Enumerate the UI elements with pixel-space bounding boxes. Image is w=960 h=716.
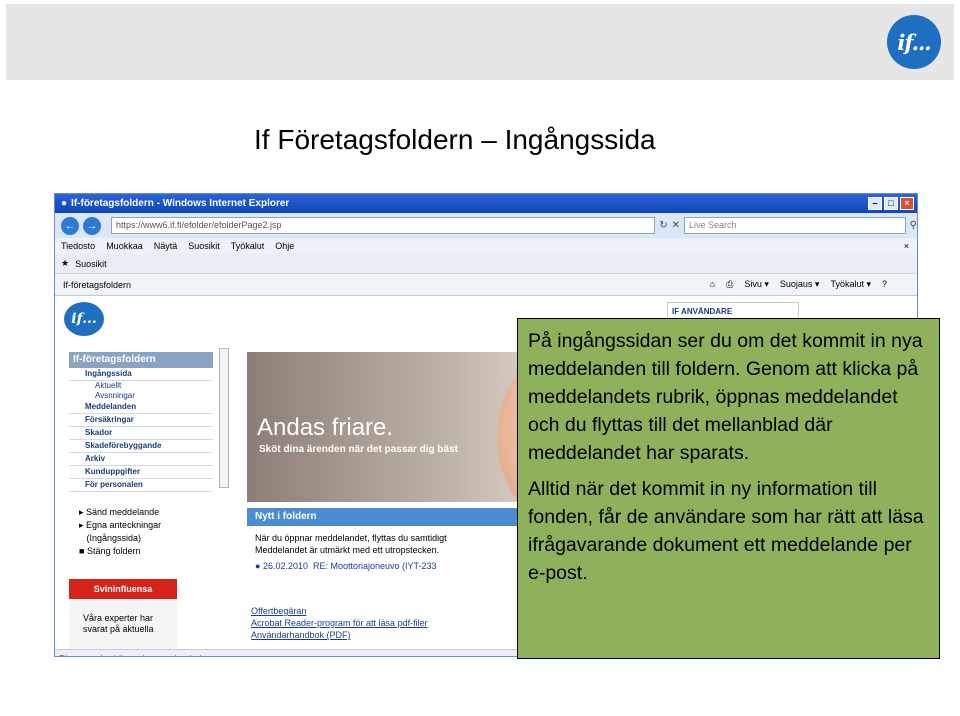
stop-icon[interactable]: ✕ [672,220,680,231]
page-logo: if... [64,302,104,336]
send-message-link[interactable]: ▸ Sänd meddelande [79,506,161,519]
own-notes-link[interactable]: ▸ Egna anteckningar [79,519,161,532]
news-header: Nytt i foldern [247,508,527,526]
window-controls: – □ × [868,197,917,210]
hero-subline: Sköt dina ärenden när det passar dig bäs… [259,444,458,455]
hero-headline: Andas friare. [257,414,394,441]
menu-suosikit[interactable]: Suosikit [188,241,220,251]
callout-paragraph-2: Alltid när det kommit in ny information … [528,478,924,584]
favorites-bar: ★ Suosikit [55,254,917,274]
actions-list: ▸ Sänd meddelande ▸ Egna anteckningar (I… [79,506,161,558]
maximize-icon[interactable]: □ [884,197,898,210]
nav-item-meddelanden[interactable]: Meddelanden [69,401,213,414]
menu-muokkaa[interactable]: Muokkaa [106,241,143,251]
close-icon[interactable]: × [900,197,914,210]
slide: if... If Företagsfoldern – Ingångssida ●… [0,0,960,716]
slide-title: If Företagsfoldern – Ingångssida [254,124,656,155]
nav-item-avsnningar[interactable]: Avsnningar [69,391,213,401]
link-anvandarhandbok[interactable]: Användarhandbok (PDF) [251,629,428,641]
nav-header: If-företagsfoldern [69,352,213,368]
slide-header-bar [6,4,954,80]
nav-item-aktuellt[interactable]: Aktuellt [69,381,213,391]
nav-item-skador[interactable]: Skador [69,427,213,440]
flu-box[interactable]: Svininfluensa Våra experter har svarat p… [69,579,177,649]
search-input[interactable]: Live Search [683,217,906,234]
callout-box: På ingångssidan ser du om det kommit in … [517,318,940,659]
search-icon[interactable]: ⚲ [910,220,917,231]
menu-tyokalut[interactable]: Työkalut [231,241,265,251]
url-field[interactable]: https://www6.if.fi/efolder/efolderPage2.… [110,217,656,234]
nav-item-forsakringar[interactable]: Försäkringar [69,414,213,427]
nav-item-kunduppgifter[interactable]: Kunduppgifter [69,466,213,479]
nav-item-ingangssida[interactable]: Ingångssida [69,368,213,381]
minimize-icon[interactable]: – [868,197,882,210]
window-title: If-företagsfoldern - Windows Internet Ex… [71,198,290,209]
menu-bar: Tiedosto Muokkaa Näytä Suosikit Työkalut… [55,238,917,254]
address-bar: ← → https://www6.if.fi/efolder/efolderPa… [55,213,917,238]
close-folder-link[interactable]: ■ Stäng foldern [79,545,161,558]
refresh-icon[interactable]: ↻ [659,220,667,231]
nav-scrollbar[interactable] [219,348,229,488]
flu-line-2: svarat på aktuella [83,624,154,634]
help-icon[interactable]: ? [882,279,887,290]
page-menu[interactable]: Sivu ▾ [744,279,769,290]
own-notes-sub: (Ingångssida) [86,533,142,543]
news-links: Offertbegäran Acrobat Reader-program för… [251,605,428,641]
ie-icon: ● [61,198,68,209]
tab-bar: If-företagsfoldern ⌂ ⎙ Sivu ▾ Suojaus ▾ … [55,274,917,296]
close-menu-icon[interactable]: × [904,241,909,251]
if-logo: if... [887,15,941,69]
browser-title-bar: ● If-företagsfoldern - Windows Internet … [55,194,917,213]
left-navigation: If-företagsfoldern Ingångssida Aktuellt … [69,352,213,492]
callout-paragraph-1: På ingångssidan ser du om det kommit in … [528,330,923,464]
safety-menu[interactable]: Suojaus ▾ [780,279,820,290]
print-icon[interactable]: ⎙ [726,279,733,290]
link-acrobat-reader[interactable]: Acrobat Reader-program för att läsa pdf-… [251,617,428,629]
menu-nayta[interactable]: Näytä [154,241,178,251]
nav-item-for-personalen[interactable]: För personalen [69,479,213,492]
back-icon[interactable]: ← [61,216,79,235]
menu-ohje[interactable]: Ohje [275,241,294,251]
tab-if-foretagsfoldern[interactable]: If-företagsfoldern [63,280,131,290]
home-icon[interactable]: ⌂ [710,279,715,290]
flu-line-1: Våra experter har [83,613,154,623]
flu-title: Svininfluensa [69,579,177,599]
command-bar: ⌂ ⎙ Sivu ▾ Suojaus ▾ Työkalut ▾ ? [710,279,887,290]
favorites-label[interactable]: Suosikit [75,259,107,269]
link-offertbegaran[interactable]: Offertbegäran [251,605,428,617]
forward-icon[interactable]: → [82,216,101,235]
star-icon[interactable]: ★ [61,258,69,269]
tools-menu[interactable]: Työkalut ▾ [830,279,871,290]
nav-item-arkiv[interactable]: Arkiv [69,453,213,466]
menu-tiedosto[interactable]: Tiedosto [61,241,95,251]
nav-item-skadeforebyggande[interactable]: Skadeförebyggande [69,440,213,453]
